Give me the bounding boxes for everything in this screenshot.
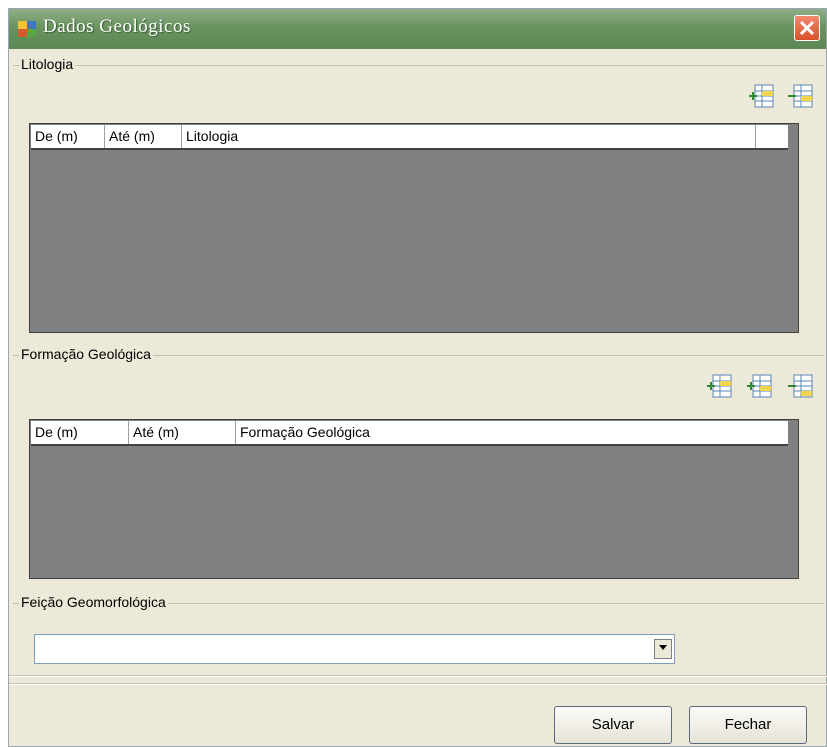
- close-window-button[interactable]: [794, 15, 820, 41]
- litologia-add-row-button[interactable]: [747, 83, 775, 109]
- window-title: Dados Geológicos: [43, 16, 191, 37]
- column-header[interactable]: Litologia: [182, 125, 756, 148]
- title-bar[interactable]: Dados Geológicos: [9, 9, 826, 49]
- insert-row-icon: [747, 374, 772, 398]
- feicao-select[interactable]: [34, 634, 675, 664]
- litologia-remove-row-button[interactable]: [786, 83, 814, 109]
- column-header-filler: [756, 125, 788, 148]
- dialog-window: Dados Geológicos Litologia De (m) Até (m…: [8, 8, 827, 747]
- remove-row-icon: [788, 84, 813, 108]
- formacao-add-row-button[interactable]: [705, 373, 733, 399]
- feicao-label: Feição Geomorfológica: [19, 594, 168, 610]
- column-header[interactable]: Formação Geológica: [236, 421, 788, 444]
- remove-row-icon: [788, 374, 813, 398]
- litologia-grid[interactable]: De (m) Até (m) Litologia: [29, 123, 799, 333]
- column-header[interactable]: Até (m): [105, 125, 182, 148]
- add-row-icon: [707, 374, 732, 398]
- chevron-down-icon[interactable]: [654, 639, 672, 659]
- litologia-grid-header: De (m) Até (m) Litologia: [31, 125, 788, 150]
- formacao-grid[interactable]: De (m) Até (m) Formação Geológica: [29, 419, 799, 579]
- column-header[interactable]: Até (m): [129, 421, 236, 444]
- app-icon: [18, 21, 36, 37]
- column-header[interactable]: De (m): [31, 421, 129, 444]
- divider: [9, 675, 827, 677]
- add-row-icon: [749, 84, 774, 108]
- save-button[interactable]: Salvar: [554, 706, 672, 744]
- column-header[interactable]: De (m): [31, 125, 105, 148]
- divider: [9, 683, 827, 685]
- formacao-insert-row-button[interactable]: [745, 373, 773, 399]
- formacao-label: Formação Geológica: [19, 346, 153, 362]
- close-button[interactable]: Fechar: [689, 706, 807, 744]
- formacao-grid-header: De (m) Até (m) Formação Geológica: [31, 421, 788, 446]
- formacao-remove-row-button[interactable]: [786, 373, 814, 399]
- litologia-label: Litologia: [19, 56, 76, 72]
- close-icon: [799, 20, 815, 36]
